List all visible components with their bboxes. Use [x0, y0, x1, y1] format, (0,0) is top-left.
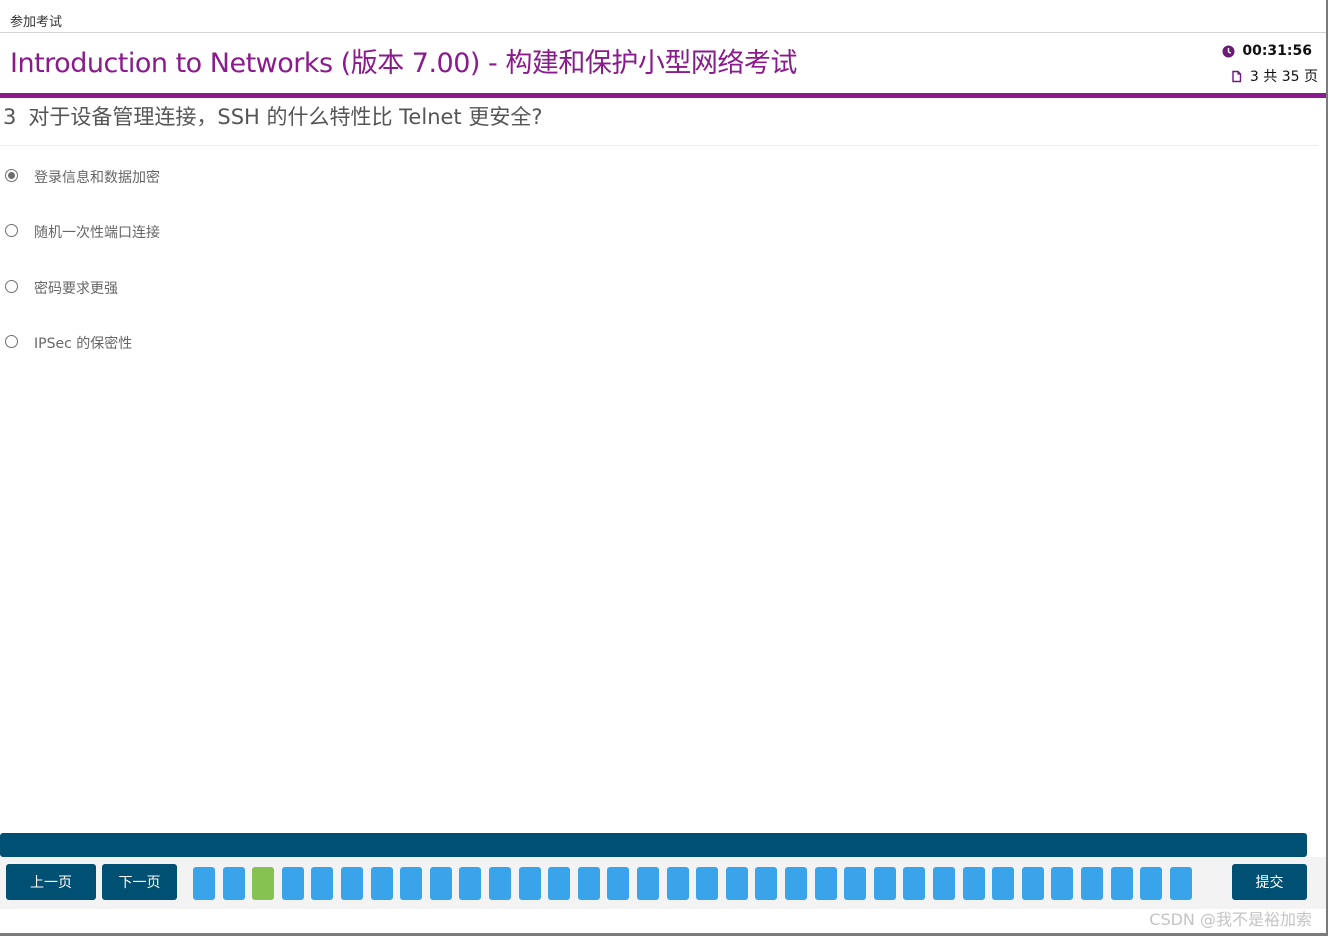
- timer: 00:31:56: [1222, 43, 1312, 59]
- question-tile-33[interactable]: [1140, 867, 1162, 900]
- exam-page: 参加考试 Introduction to Networks (版本 7.00) …: [0, 0, 1328, 936]
- question-tile-1[interactable]: [193, 867, 215, 900]
- question-text: 3 对于设备管理连接，SSH 的什么特性比 Telnet 更安全?: [3, 101, 542, 131]
- question-tile-32[interactable]: [1111, 867, 1133, 900]
- question-tile-9[interactable]: [430, 867, 452, 900]
- page-indicator-text: 3 共 35 页: [1249, 69, 1318, 85]
- question-tile-34[interactable]: [1170, 867, 1192, 900]
- question-divider: [0, 145, 1318, 146]
- radio-button-selected[interactable]: [5, 168, 18, 182]
- question-tile-4[interactable]: [282, 867, 304, 900]
- question-tile-10[interactable]: [459, 867, 481, 900]
- question-tile-2[interactable]: [223, 867, 245, 900]
- question-tile-11[interactable]: [489, 867, 511, 900]
- question-tile-16[interactable]: [637, 867, 659, 900]
- answer-option-1[interactable]: 登录信息和数据加密: [5, 165, 160, 186]
- question-prompt: 对于设备管理连接，SSH 的什么特性比 Telnet 更安全?: [28, 105, 543, 129]
- answer-option-label: 密码要求更强: [34, 281, 118, 297]
- question-tile-19[interactable]: [726, 867, 748, 900]
- answer-option-3[interactable]: 密码要求更强: [5, 276, 118, 297]
- document-icon: [1230, 70, 1243, 83]
- next-page-button[interactable]: 下一页: [102, 864, 177, 900]
- question-tile-29[interactable]: [1022, 867, 1044, 900]
- answer-option-label: 随机一次性端口连接: [34, 225, 160, 241]
- header-accent-line: [0, 93, 1326, 98]
- question-number: 3: [3, 105, 17, 129]
- answer-option-label: 登录信息和数据加密: [34, 170, 160, 186]
- question-tile-23[interactable]: [844, 867, 866, 900]
- question-tile-30[interactable]: [1051, 867, 1073, 900]
- question-tile-5[interactable]: [311, 867, 333, 900]
- timer-value: 00:31:56: [1242, 43, 1312, 59]
- question-tile-8[interactable]: [400, 867, 422, 900]
- answer-option-label: IPSec 的保密性: [34, 336, 133, 352]
- radio-button[interactable]: [5, 279, 18, 293]
- question-tile-21[interactable]: [785, 867, 807, 900]
- question-tile-31[interactable]: [1081, 867, 1103, 900]
- previous-page-button[interactable]: 上一页: [6, 864, 96, 900]
- question-tile-25[interactable]: [903, 867, 925, 900]
- submit-button[interactable]: 提交: [1232, 864, 1307, 900]
- question-tile-15[interactable]: [607, 867, 629, 900]
- question-tile-17[interactable]: [667, 867, 689, 900]
- radio-button[interactable]: [5, 334, 18, 348]
- question-tile-7[interactable]: [371, 867, 393, 900]
- question-tile-24[interactable]: [874, 867, 896, 900]
- question-tile-28[interactable]: [992, 867, 1014, 900]
- radio-button[interactable]: [5, 223, 18, 237]
- question-tile-27[interactable]: [963, 867, 985, 900]
- question-tile-26[interactable]: [933, 867, 955, 900]
- watermark: CSDN @我不是裕加索: [1149, 910, 1312, 929]
- top-bar-title: 参加考试: [10, 15, 63, 30]
- answer-option-2[interactable]: 随机一次性端口连接: [5, 220, 160, 241]
- question-tile-18[interactable]: [696, 867, 718, 900]
- question-tile-20[interactable]: [755, 867, 777, 900]
- page-indicator: 3 共 35 页: [1230, 66, 1318, 86]
- progress-bar: [0, 833, 1307, 857]
- question-tile-12[interactable]: [519, 867, 541, 900]
- exam-header: Introduction to Networks (版本 7.00) - 构建和…: [0, 33, 1326, 93]
- question-tile-13[interactable]: [548, 867, 570, 900]
- answer-option-4[interactable]: IPSec 的保密性: [5, 331, 133, 352]
- top-bar: 参加考试: [0, 0, 1326, 33]
- question-tile-22[interactable]: [815, 867, 837, 900]
- question-tile-14[interactable]: [578, 867, 600, 900]
- question-tile-6[interactable]: [341, 867, 363, 900]
- exam-title: Introduction to Networks (版本 7.00) - 构建和…: [10, 48, 797, 79]
- navigation-bar: 上一页 下一页 提交: [0, 857, 1326, 909]
- question-tile-3[interactable]: [252, 867, 274, 900]
- clock-icon: [1222, 45, 1235, 58]
